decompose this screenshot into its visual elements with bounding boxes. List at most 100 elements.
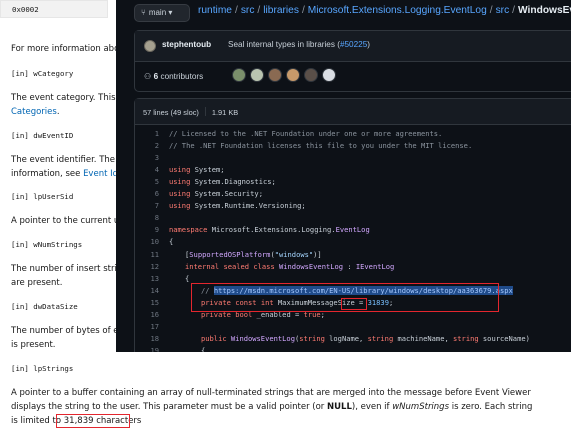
- code-line: using System.Runtime.Versioning;: [169, 201, 306, 210]
- line-number[interactable]: 8: [135, 213, 159, 222]
- breadcrumb-separator: /: [257, 5, 261, 16]
- breadcrumb-src[interactable]: src: [241, 5, 255, 16]
- code-line: // The .NET Foundation licenses this fil…: [169, 141, 473, 150]
- null-keyword: NULL: [327, 402, 352, 412]
- dweventid-desc-prefix: information, see: [11, 169, 84, 179]
- contributor-avatar[interactable]: [322, 68, 336, 82]
- breadcrumb: runtime / src / libraries / Microsoft.Extensio…: [198, 5, 571, 16]
- pull-request-link[interactable]: #50225: [340, 40, 367, 49]
- value-code-box: 0x0002: [0, 0, 108, 18]
- contributors-count: 6: [153, 72, 159, 81]
- code-line: internal sealed class WindowsEventLog : …: [185, 262, 395, 271]
- branch-name: main: [148, 8, 167, 17]
- contributor-avatar[interactable]: [286, 68, 300, 82]
- line-number[interactable]: 18: [135, 334, 159, 343]
- code-line: public WindowsEventLog(string logName, s…: [201, 334, 530, 343]
- line-number[interactable]: 15: [135, 298, 159, 307]
- categories-link[interactable]: Categories: [11, 107, 57, 117]
- line-number[interactable]: 3: [135, 153, 159, 162]
- wcategory-desc: The event category. This is: [11, 93, 126, 103]
- code-line: {: [185, 274, 190, 283]
- line-number[interactable]: 1: [135, 129, 159, 138]
- commit-author[interactable]: stephentoub: [162, 40, 211, 49]
- wnumstrings-italic: wNumStrings: [392, 402, 450, 412]
- param-wnumstrings: [in] wNumStrings: [11, 240, 83, 249]
- contributor-avatar[interactable]: [268, 68, 282, 82]
- commit-message-end: ): [367, 40, 371, 49]
- contributors-summary[interactable]: ⚇ 6 contributors: [144, 71, 203, 81]
- dwdatasize-desc-line2: is present.: [11, 340, 56, 350]
- wnumstrings-desc-line2: are present.: [11, 278, 63, 288]
- file-header: 57 lines (49 sloc) 1.91 KB: [135, 99, 571, 125]
- line-number[interactable]: 17: [135, 322, 159, 331]
- more-info-text: For more information abou: [11, 44, 125, 54]
- commit-message[interactable]: Seal internal types in libraries (#50225…: [228, 40, 370, 49]
- people-icon: ⚇: [144, 72, 152, 81]
- breadcrumb-separator: /: [489, 5, 493, 16]
- breadcrumb-file: WindowsEventLog.cs: [518, 5, 571, 16]
- line-number[interactable]: 4: [135, 165, 159, 174]
- contributor-avatar[interactable]: [304, 68, 318, 82]
- contributor-avatar[interactable]: [250, 68, 264, 82]
- breadcrumb-src-2[interactable]: src: [496, 5, 510, 16]
- line-number[interactable]: 14: [135, 286, 159, 295]
- line-number[interactable]: 9: [135, 225, 159, 234]
- commit-info-box: stephentoub Seal internal types in libra…: [134, 30, 571, 92]
- lpstrings-desc-line1: A pointer to a buffer containing an arra…: [11, 388, 531, 398]
- param-dweventid: [in] dwEventID: [11, 131, 74, 140]
- breadcrumb-eventlog[interactable]: Microsoft.Extensions.Logging.EventLog: [308, 5, 487, 16]
- breadcrumb-repo[interactable]: runtime: [198, 5, 232, 16]
- code-line: {: [201, 346, 206, 352]
- wnumstrings-desc: The number of insert string: [11, 264, 128, 274]
- contributor-avatar[interactable]: [232, 68, 246, 82]
- contributors-label: contributors: [160, 72, 204, 81]
- dweventid-desc: The event identifier. The ev: [11, 155, 128, 165]
- branch-icon: ⑂: [141, 8, 146, 17]
- value-code: 0x0002: [12, 5, 39, 14]
- dweventid-desc-line2: information, see Event Ider: [11, 167, 127, 181]
- branch-selector-button[interactable]: ⑂ main ▾: [134, 4, 190, 22]
- github-file-view: ⑂ main ▾ runtime / src / libraries / Microsoft.…: [116, 0, 571, 352]
- lpstrings-desc-line2: displays the string to the user. This pa…: [11, 400, 532, 414]
- wcategory-period: .: [56, 107, 60, 117]
- line-number[interactable]: 10: [135, 237, 159, 246]
- line-number[interactable]: 13: [135, 274, 159, 283]
- line-number[interactable]: 19: [135, 346, 159, 352]
- code-line: namespace Microsoft.Extensions.Logging.E…: [169, 225, 370, 234]
- param-dwdatasize: [in] dwDataSize: [11, 302, 78, 311]
- chevron-down-icon: ▾: [168, 8, 173, 17]
- commit-message-text: Seal internal types in libraries (: [228, 40, 340, 49]
- highlight-box-31839: [341, 298, 367, 310]
- breadcrumb-libraries[interactable]: libraries: [263, 5, 299, 16]
- line-number[interactable]: 16: [135, 310, 159, 319]
- line-count: 57 lines (49 sloc): [143, 108, 199, 117]
- line-number[interactable]: 2: [135, 141, 159, 150]
- lpstrings-text-b: ), even if: [351, 402, 393, 412]
- code-line: using System;: [169, 165, 225, 174]
- file-size: 1.91 KB: [211, 108, 239, 117]
- line-number[interactable]: 12: [135, 262, 159, 271]
- line-number[interactable]: 5: [135, 177, 159, 186]
- line-number[interactable]: 7: [135, 201, 159, 210]
- lpstrings-text-c: is zero. Each string: [449, 402, 533, 412]
- breadcrumb-separator: /: [512, 5, 516, 16]
- latest-commit-row: stephentoub Seal internal types in libra…: [135, 31, 571, 62]
- lpstrings-text-a: displays the string to the user. This pa…: [11, 402, 328, 412]
- author-avatar[interactable]: [144, 40, 156, 52]
- param-wcategory: [in] wCategory: [11, 69, 74, 78]
- file-nav-bar: ⑂ main ▾ runtime / src / libraries / Microsoft.…: [116, 0, 571, 26]
- code-line: using System.Security;: [169, 189, 263, 198]
- dwdatasize-desc: The number of bytes of ev: [11, 326, 124, 336]
- param-lpusersid: [in] lpUserSid: [11, 192, 74, 201]
- code-line: [SupportedOSPlatform("windows")]: [185, 250, 322, 259]
- lpusersid-desc: A pointer to the current us: [11, 216, 124, 226]
- line-number[interactable]: 6: [135, 189, 159, 198]
- code-line: {: [169, 237, 174, 246]
- wcategory-desc-line2: Categories.: [11, 105, 60, 119]
- code-line: // Licensed to the .NET Foundation under…: [169, 129, 443, 138]
- code-line: using System.Diagnostics;: [169, 177, 276, 186]
- breadcrumb-separator: /: [234, 5, 238, 16]
- line-number[interactable]: 11: [135, 250, 159, 259]
- code-view: 1 // Licensed to the .NET Foundation und…: [135, 125, 571, 352]
- file-content-box: 57 lines (49 sloc) 1.91 KB 1 // Licensed …: [134, 98, 571, 352]
